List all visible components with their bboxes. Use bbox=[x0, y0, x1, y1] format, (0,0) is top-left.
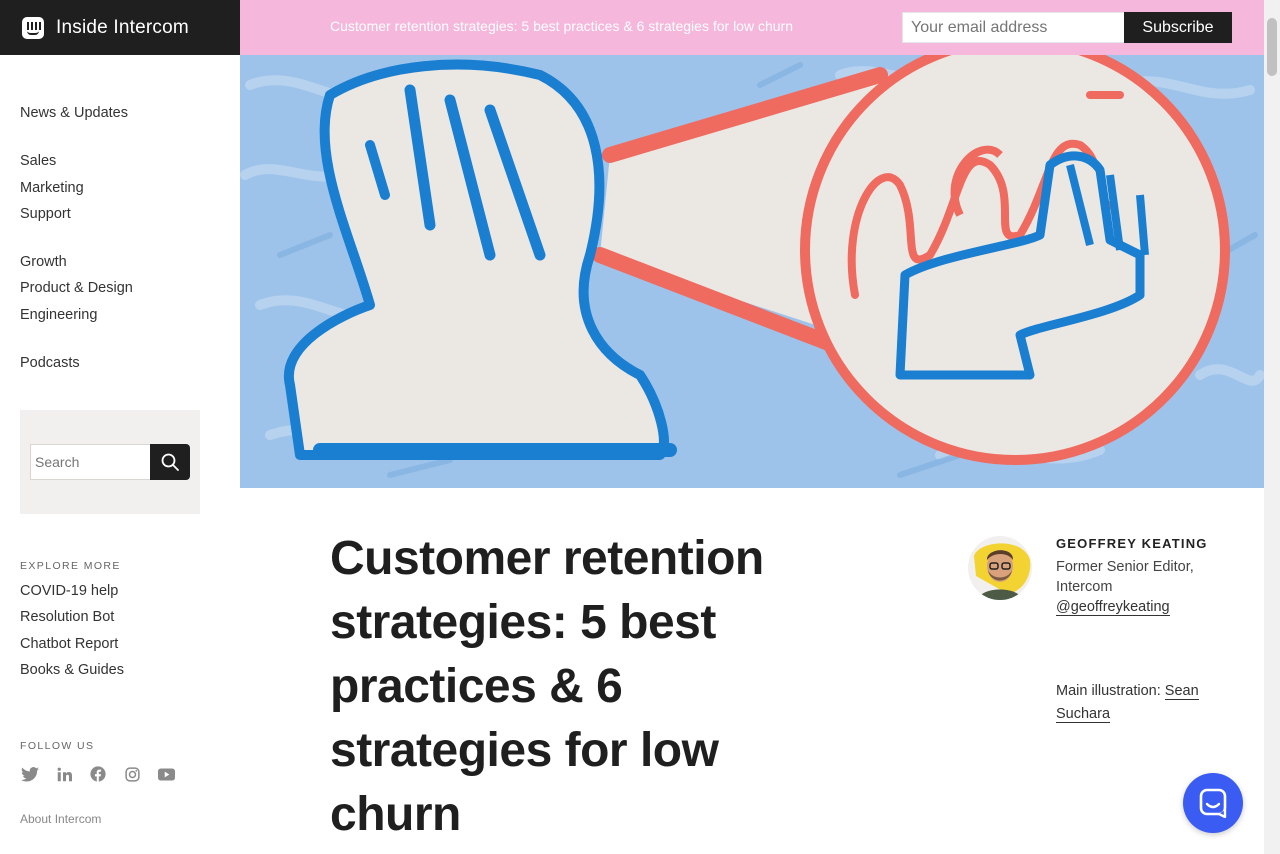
sidebar: Inside Intercom News & Updates Sales Mar… bbox=[0, 0, 240, 854]
article-title: Customer retention strategies: 5 best pr… bbox=[330, 532, 764, 841]
nav-group-product: Growth Product & Design Engineering bbox=[20, 249, 133, 328]
sidebar-item-sales[interactable]: Sales bbox=[20, 148, 133, 174]
illustration-credit: Main illustration: Sean Suchara bbox=[1056, 680, 1246, 726]
messenger-launcher-button[interactable] bbox=[1183, 773, 1243, 833]
explore-item-books-guides[interactable]: Books & Guides bbox=[20, 657, 124, 683]
nav-group-news: News & Updates bbox=[20, 100, 133, 126]
youtube-icon[interactable] bbox=[156, 764, 176, 784]
explore-item-chatbot-report[interactable]: Chatbot Report bbox=[20, 631, 124, 657]
nav-group-podcasts: Podcasts bbox=[20, 350, 133, 376]
explore-more-section: EXPLORE MORE COVID-19 help Resolution Bo… bbox=[20, 560, 124, 683]
sidebar-item-engineering[interactable]: Engineering bbox=[20, 302, 133, 328]
email-input[interactable] bbox=[902, 12, 1126, 43]
intercom-logo-icon bbox=[22, 16, 44, 39]
author-role: Former Senior Editor, Intercom bbox=[1056, 559, 1194, 595]
hero-illustration bbox=[240, 55, 1264, 488]
author-twitter-link[interactable]: @geoffreykeating bbox=[1056, 599, 1170, 616]
follow-us-label: FOLLOW US bbox=[20, 740, 95, 752]
scrollbar-thumb[interactable] bbox=[1267, 18, 1277, 76]
brand-header[interactable]: Inside Intercom bbox=[0, 0, 240, 55]
page-scrollbar[interactable] bbox=[1264, 0, 1280, 854]
banner-article-title: Customer retention strategies: 5 best pr… bbox=[330, 18, 793, 34]
subscribe-banner: Customer retention strategies: 5 best pr… bbox=[240, 0, 1264, 55]
sidebar-item-news-updates[interactable]: News & Updates bbox=[20, 100, 133, 126]
search-input[interactable] bbox=[30, 444, 152, 480]
sidebar-nav: News & Updates Sales Marketing Support G… bbox=[20, 100, 133, 398]
linkedin-icon[interactable] bbox=[54, 764, 74, 784]
nav-group-departments: Sales Marketing Support bbox=[20, 148, 133, 227]
sidebar-item-marketing[interactable]: Marketing bbox=[20, 175, 133, 201]
search-icon bbox=[161, 453, 179, 471]
author-name: GEOFFREY KEATING bbox=[1056, 536, 1208, 551]
follow-us-section: FOLLOW US bbox=[20, 740, 176, 784]
sidebar-item-support[interactable]: Support bbox=[20, 201, 133, 227]
search-button[interactable] bbox=[150, 444, 190, 480]
facebook-icon[interactable] bbox=[88, 764, 108, 784]
explore-item-covid-help[interactable]: COVID-19 help bbox=[20, 578, 124, 604]
author-avatar[interactable] bbox=[968, 536, 1032, 600]
author-info: GEOFFREY KEATING Former Senior Editor, I… bbox=[1056, 536, 1236, 617]
brand-name: Inside Intercom bbox=[56, 16, 189, 38]
search-panel bbox=[20, 410, 200, 514]
chat-icon bbox=[1199, 788, 1227, 818]
explore-item-resolution-bot[interactable]: Resolution Bot bbox=[20, 604, 124, 630]
hands-megaphone-illustration bbox=[240, 55, 1264, 488]
sidebar-item-podcasts[interactable]: Podcasts bbox=[20, 350, 133, 376]
sidebar-item-growth[interactable]: Growth bbox=[20, 249, 133, 275]
twitter-icon[interactable] bbox=[20, 764, 40, 784]
explore-more-label: EXPLORE MORE bbox=[20, 560, 121, 572]
social-links bbox=[20, 764, 176, 784]
subscribe-button[interactable]: Subscribe bbox=[1124, 12, 1232, 43]
instagram-icon[interactable] bbox=[122, 764, 142, 784]
about-intercom-link[interactable]: About Intercom bbox=[20, 812, 101, 826]
illustration-credit-label: Main illustration: bbox=[1056, 683, 1165, 699]
sidebar-item-product-design[interactable]: Product & Design bbox=[20, 275, 133, 301]
